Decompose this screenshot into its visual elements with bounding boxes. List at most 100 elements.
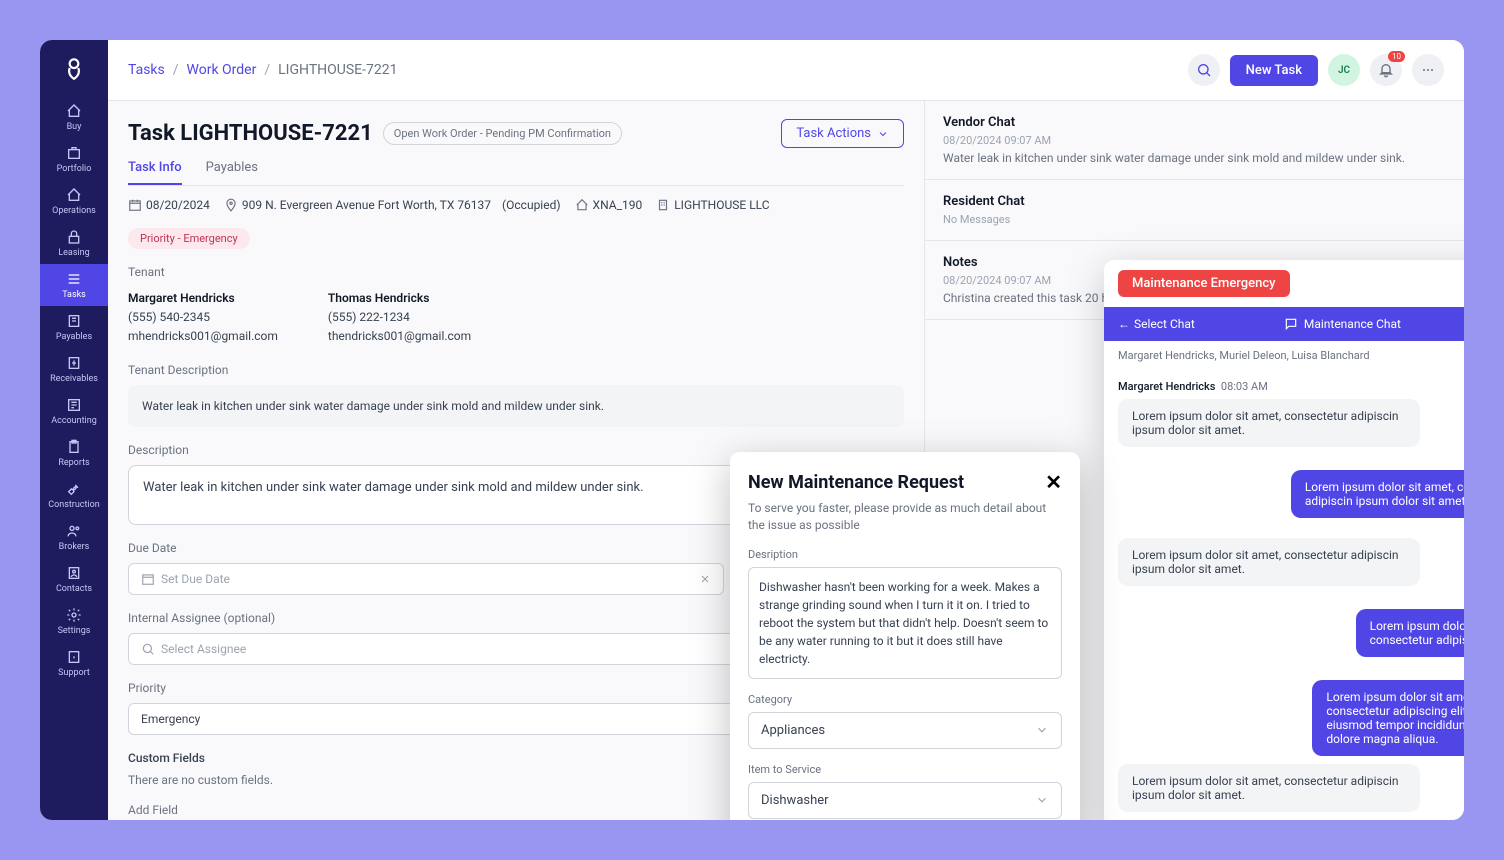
maint-title: New Maintenance Request — [748, 472, 964, 493]
tenant-description: Water leak in kitchen under sink water d… — [128, 385, 904, 427]
vendor-chat-section[interactable]: Vendor Chat 08/20/2024 09:07 AM Water le… — [925, 101, 1464, 180]
support-icon — [65, 648, 83, 666]
list-icon — [65, 270, 83, 288]
gear-icon — [65, 606, 83, 624]
clipboard-icon — [65, 438, 83, 456]
calendar-icon — [128, 198, 142, 212]
chat-title: Maintenance Chat — [1284, 317, 1401, 331]
task-actions-button[interactable]: Task Actions — [781, 119, 904, 148]
receivables-icon — [65, 354, 83, 372]
breadcrumb: Tasks / Work Order / LIGHTHOUSE-7221 — [128, 62, 397, 78]
task-meta: 08/20/2024 909 N. Evergreen Avenue Fort … — [128, 198, 904, 212]
new-task-button[interactable]: New Task — [1230, 55, 1318, 86]
sidebar-item-tasks[interactable]: Tasks — [40, 264, 108, 306]
chat-message: Lorem ipsum dolor sit amet, consectetur … — [1118, 538, 1420, 586]
clear-icon[interactable] — [699, 573, 711, 585]
sidebar-item-reports[interactable]: Reports — [40, 432, 108, 474]
chat-messages: Margaret Hendricks 08:03 AM Lorem ipsum … — [1104, 370, 1464, 820]
status-badge: Open Work Order - Pending PM Confirmatio… — [383, 122, 622, 145]
portfolio-icon — [65, 144, 83, 162]
sidebar: Buy Portfolio Operations Leasing Tasks P… — [40, 40, 108, 820]
chat-message: Lorem ipsum dolor sit amet, consectetur … — [1118, 764, 1420, 812]
sidebar-item-contacts[interactable]: Contacts — [40, 558, 108, 600]
sidebar-item-operations[interactable]: Operations — [40, 180, 108, 222]
chevron-down-icon — [1035, 793, 1049, 807]
sidebar-item-accounting[interactable]: Accounting — [40, 390, 108, 432]
building-icon — [656, 198, 670, 212]
chevron-down-icon — [877, 128, 889, 140]
priority-badge: Priority - Emergency — [128, 228, 250, 249]
chat-message: Lorem ipsum dolor sit amet, consectetur … — [1291, 470, 1464, 518]
tab-task-info[interactable]: Task Info — [128, 160, 182, 185]
select-chat-button[interactable]: ← Select Chat — [1118, 317, 1195, 331]
chat-popup: Maintenance Emergency ✕ ← Select Chat Ma… — [1104, 260, 1464, 820]
tenant-label: Tenant — [128, 265, 904, 279]
notifications-button[interactable]: 10 — [1370, 54, 1402, 86]
wrench-icon — [65, 480, 83, 498]
sidebar-item-receivables[interactable]: Receivables — [40, 348, 108, 390]
breadcrumb-tasks[interactable]: Tasks — [128, 62, 165, 78]
maint-item-label: Item to Service — [748, 763, 1062, 776]
sidebar-item-support[interactable]: Support — [40, 642, 108, 684]
maint-subtitle: To serve you faster, please provide as m… — [748, 500, 1062, 534]
due-date-input[interactable]: Set Due Date — [128, 563, 724, 595]
breadcrumb-current: LIGHTHOUSE-7221 — [278, 62, 397, 78]
maintenance-request-popup: New Maintenance Request ✕ To serve you f… — [730, 452, 1080, 820]
tenant-desc-label: Tenant Description — [128, 363, 904, 377]
tenant-1: Margaret Hendricks (555) 540-2345 mhendr… — [128, 289, 278, 347]
more-icon — [1420, 62, 1436, 78]
accounting-icon — [65, 396, 83, 414]
meta-company: LIGHTHOUSE LLC — [674, 198, 769, 212]
chat-message: Lorem ipsum dolor sit amet, consectetur … — [1118, 399, 1420, 447]
meta-occupied: (Occupied) — [502, 198, 561, 212]
sidebar-item-payables[interactable]: Payables — [40, 306, 108, 348]
maint-item-select[interactable]: Dishwasher — [748, 782, 1062, 819]
sidebar-item-brokers[interactable]: Brokers — [40, 516, 108, 558]
page-title: Task LIGHTHOUSE-7221 — [128, 121, 373, 146]
home-icon — [65, 102, 83, 120]
resident-chat-section[interactable]: Resident Chat No Messages — [925, 180, 1464, 241]
topbar-actions: New Task JC 10 — [1188, 54, 1444, 86]
brokers-icon — [65, 522, 83, 540]
chat-icon — [1284, 317, 1298, 331]
tab-payables[interactable]: Payables — [206, 160, 258, 185]
sidebar-item-buy[interactable]: Buy — [40, 96, 108, 138]
notification-count: 10 — [1388, 51, 1405, 62]
tenant-2: Thomas Hendricks (555) 222-1234 thendric… — [328, 289, 471, 347]
meta-address: 909 N. Evergreen Avenue Fort Worth, TX 7… — [242, 198, 491, 212]
maint-category-select[interactable]: Appliances — [748, 712, 1062, 749]
home-icon — [575, 198, 589, 212]
chevron-down-icon — [1035, 723, 1049, 737]
close-maint-button[interactable]: ✕ — [1045, 470, 1062, 494]
sidebar-item-portfolio[interactable]: Portfolio — [40, 138, 108, 180]
emergency-badge: Maintenance Emergency — [1118, 270, 1290, 297]
meta-date: 08/20/2024 — [146, 198, 210, 212]
calendar-icon — [141, 572, 155, 586]
topbar: Tasks / Work Order / LIGHTHOUSE-7221 New… — [108, 40, 1464, 101]
maint-desc-label: Desription — [748, 548, 1062, 561]
app-logo — [58, 52, 90, 84]
meta-unit: XNA_190 — [593, 198, 643, 212]
sidebar-item-construction[interactable]: Construction — [40, 474, 108, 516]
operations-icon — [65, 186, 83, 204]
search-icon — [1196, 62, 1212, 78]
lock-icon — [65, 228, 83, 246]
user-avatar[interactable]: JC — [1328, 54, 1360, 86]
maint-description-field[interactable]: Dishwasher hasn't been working for a wee… — [748, 567, 1062, 679]
bell-icon — [1378, 62, 1394, 78]
sidebar-item-settings[interactable]: Settings — [40, 600, 108, 642]
location-icon — [224, 198, 238, 212]
search-button[interactable] — [1188, 54, 1220, 86]
maint-cat-label: Category — [748, 693, 1062, 706]
tabs: Task Info Payables — [128, 160, 904, 186]
app-container: Buy Portfolio Operations Leasing Tasks P… — [40, 40, 1464, 820]
search-icon — [141, 642, 155, 656]
more-button[interactable] — [1412, 54, 1444, 86]
chat-message: Lorem ipsum dolor sit amet, consectetur … — [1312, 680, 1464, 756]
sidebar-item-leasing[interactable]: Leasing — [40, 222, 108, 264]
payables-icon — [65, 312, 83, 330]
chat-participants: Margaret Hendricks, Muriel Deleon, Luisa… — [1104, 341, 1464, 370]
contacts-icon — [65, 564, 83, 582]
chat-message: Lorem ipsum dolor sit amet, consectetur … — [1356, 609, 1464, 657]
breadcrumb-work-order[interactable]: Work Order — [187, 62, 257, 78]
